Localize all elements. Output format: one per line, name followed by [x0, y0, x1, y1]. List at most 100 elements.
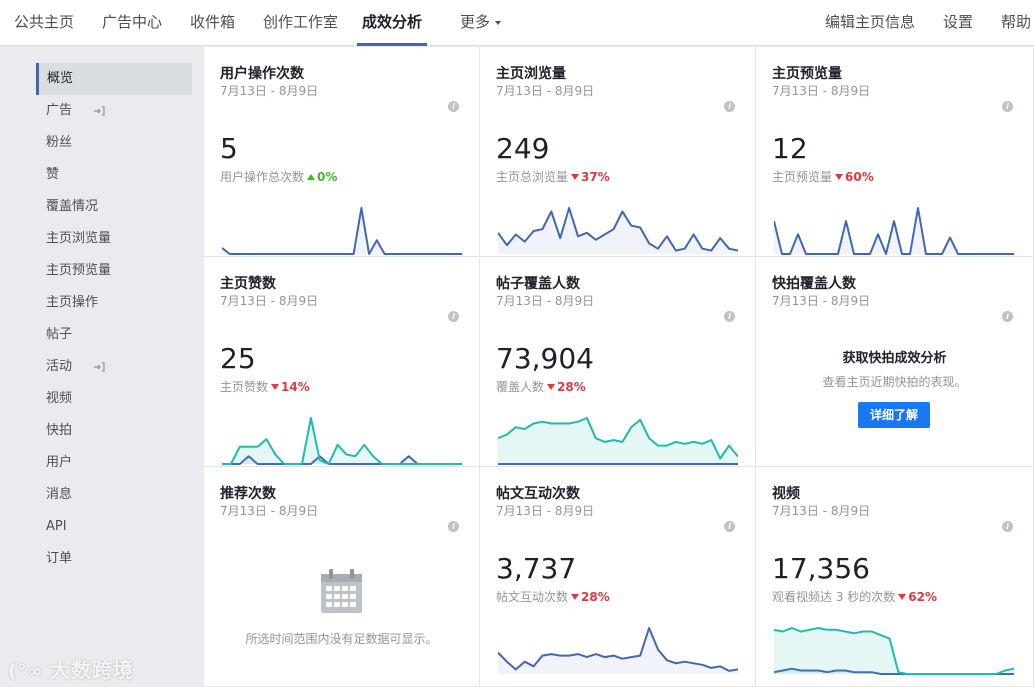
info-icon[interactable]: i — [448, 521, 459, 532]
info-icon[interactable]: i — [448, 311, 459, 322]
card-page-previews[interactable]: 主页预览量 7月13日 - 8月9日 i 12 主页预览量 60% — [756, 47, 1034, 257]
nav-help[interactable]: 帮助 — [1001, 0, 1031, 46]
sparkline-chart — [774, 627, 1014, 675]
triangle-down-icon — [898, 594, 907, 600]
card-subtitle: 覆盖人数 28% — [496, 378, 586, 395]
card-title: 主页赞数 — [220, 276, 276, 292]
insights-grid: 用户操作次数 7月13日 - 8月9日 i 5 用户操作总次数 0% 主页浏览量 … — [204, 47, 1034, 687]
sidebar-item-label: 订单 — [46, 551, 73, 566]
card-page-views[interactable]: 主页浏览量 7月13日 - 8月9日 i 249 主页总浏览量 37% — [480, 47, 756, 257]
nav-more[interactable]: 更多 — [460, 0, 502, 46]
sparkline-chart — [774, 207, 1014, 255]
sidebar-item[interactable]: 活动 — [36, 351, 192, 383]
card-page-likes[interactable]: 主页赞数 7月13日 - 8月9日 i 25 主页赞数 14% — [204, 257, 480, 467]
delta-badge: 37% — [571, 170, 610, 184]
sidebar-item[interactable]: API — [36, 511, 192, 543]
card-date: 7月13日 - 8月9日 — [772, 504, 871, 518]
card-date: 7月13日 - 8月9日 — [220, 504, 319, 518]
card-story-reach[interactable]: 快拍覆盖人数 7月13日 - 8月9日 i 获取快拍成效分析 查看主页近期快拍的… — [756, 257, 1034, 467]
sidebar-item[interactable]: 主页操作 — [36, 287, 192, 319]
learn-more-button[interactable]: 详细了解 — [858, 402, 930, 428]
card-date: 7月13日 - 8月9日 — [220, 294, 319, 308]
card-value: 12 — [772, 132, 808, 165]
info-icon[interactable]: i — [448, 101, 459, 112]
card-date: 7月13日 - 8月9日 — [496, 84, 595, 98]
card-recommendations[interactable]: 推荐次数 7月13日 - 8月9日 i 所选时间范围内没有足数据可显示。 — [204, 467, 480, 687]
nav-inbox[interactable]: 收件箱 — [190, 0, 235, 46]
delta-value: 14% — [281, 380, 310, 394]
sidebar-item-label: 主页浏览量 — [46, 231, 112, 246]
sparkline-chart — [222, 207, 462, 255]
nav-insights[interactable]: 成效分析 — [357, 0, 428, 46]
card-metric-label: 主页预览量 — [772, 170, 833, 184]
nav-edit-page-info[interactable]: 编辑主页信息 — [825, 0, 915, 46]
info-icon[interactable]: i — [724, 311, 735, 322]
info-icon[interactable]: i — [1002, 311, 1013, 322]
delta-value: 37% — [581, 170, 610, 184]
card-metric-label: 帖文互动次数 — [496, 590, 569, 604]
card-subtitle: 观看视频达 3 秒的次数 62% — [772, 588, 937, 605]
sidebar-item-label: 覆盖情况 — [46, 199, 99, 214]
nav-settings[interactable]: 设置 — [943, 0, 973, 46]
card-post-reach[interactable]: 帖子覆盖人数 7月13日 - 8月9日 i 73,904 覆盖人数 28% — [480, 257, 756, 467]
nav-public-page[interactable]: 公共主页 — [14, 0, 74, 46]
sidebar-item-label: API — [46, 519, 67, 534]
card-subtitle: 帖文互动次数 28% — [496, 588, 610, 605]
delta-value: 28% — [581, 590, 610, 604]
info-icon[interactable]: i — [1002, 521, 1013, 532]
delta-value: 0% — [317, 170, 338, 184]
sidebar-item-label: 活动 — [46, 359, 73, 374]
info-icon[interactable]: i — [1002, 101, 1013, 112]
sidebar-item-label: 消息 — [46, 487, 73, 502]
nav-more-label: 更多 — [460, 13, 491, 31]
sidebar-item-label: 主页预览量 — [46, 263, 112, 278]
card-subtitle: 主页预览量 60% — [772, 168, 874, 185]
triangle-down-icon — [547, 384, 556, 390]
watermark: (°∞ 大数跨境 — [8, 654, 134, 683]
sidebar-item[interactable]: 帖子 — [36, 319, 192, 351]
sidebar-item[interactable]: 粉丝 — [36, 127, 192, 159]
card-post-engagement[interactable]: 帖文互动次数 7月13日 - 8月9日 i 3,737 帖文互动次数 28% — [480, 467, 756, 687]
sidebar-item-label: 概览 — [47, 71, 74, 86]
card-metric-label: 观看视频达 3 秒的次数 — [772, 590, 896, 604]
sidebar-item[interactable]: 覆盖情况 — [36, 191, 192, 223]
sidebar-item[interactable]: 消息 — [36, 479, 192, 511]
external-link-icon — [94, 362, 105, 372]
triangle-down-icon — [571, 174, 580, 180]
sidebar-item-label: 广告 — [46, 103, 73, 118]
delta-value: 60% — [845, 170, 874, 184]
card-subtitle: 用户操作总次数 0% — [220, 168, 337, 185]
sidebar-item[interactable]: 视频 — [36, 383, 192, 415]
sidebar-item[interactable]: 快拍 — [36, 415, 192, 447]
sidebar-item[interactable]: 用户 — [36, 447, 192, 479]
nav-ads-center[interactable]: 广告中心 — [102, 0, 162, 46]
card-title: 用户操作次数 — [220, 66, 304, 82]
info-icon[interactable]: i — [724, 521, 735, 532]
sidebar-item[interactable]: 概览 — [36, 63, 192, 95]
card-metric-label: 主页总浏览量 — [496, 170, 569, 184]
card-date: 7月13日 - 8月9日 — [220, 84, 319, 98]
nav-creator-studio[interactable]: 创作工作室 — [263, 0, 338, 46]
info-icon[interactable]: i — [724, 101, 735, 112]
delta-badge: 28% — [571, 590, 610, 604]
card-videos[interactable]: 视频 7月13日 - 8月9日 i 17,356 观看视频达 3 秒的次数 62% — [756, 467, 1034, 687]
card-date: 7月13日 - 8月9日 — [496, 294, 595, 308]
sidebar-item[interactable]: 赞 — [36, 159, 192, 191]
sidebar-item[interactable]: 主页预览量 — [36, 255, 192, 287]
promo-description: 查看主页近期快拍的表现。 — [822, 375, 967, 389]
empty-state-text: 所选时间范围内没有足数据可显示。 — [245, 632, 438, 646]
sidebar: 概览广告粉丝赞覆盖情况主页浏览量主页预览量主页操作帖子活动视频 快拍 用户消息 API… — [0, 47, 204, 687]
card-subtitle: 主页总浏览量 37% — [496, 168, 610, 185]
card-title: 快拍覆盖人数 — [772, 276, 856, 292]
sidebar-item-label: 主页操作 — [46, 295, 99, 310]
card-title: 帖文互动次数 — [496, 486, 580, 502]
triangle-down-icon — [271, 384, 280, 390]
card-title: 帖子覆盖人数 — [496, 276, 580, 292]
card-date: 7月13日 - 8月9日 — [772, 84, 871, 98]
card-metric-label: 用户操作总次数 — [220, 170, 305, 184]
sparkline-chart — [222, 417, 462, 465]
card-page-actions[interactable]: 用户操作次数 7月13日 - 8月9日 i 5 用户操作总次数 0% — [204, 47, 480, 257]
sidebar-item[interactable]: 主页浏览量 — [36, 223, 192, 255]
sidebar-item[interactable]: 订单 — [36, 543, 192, 575]
sidebar-item[interactable]: 广告 — [36, 95, 192, 127]
